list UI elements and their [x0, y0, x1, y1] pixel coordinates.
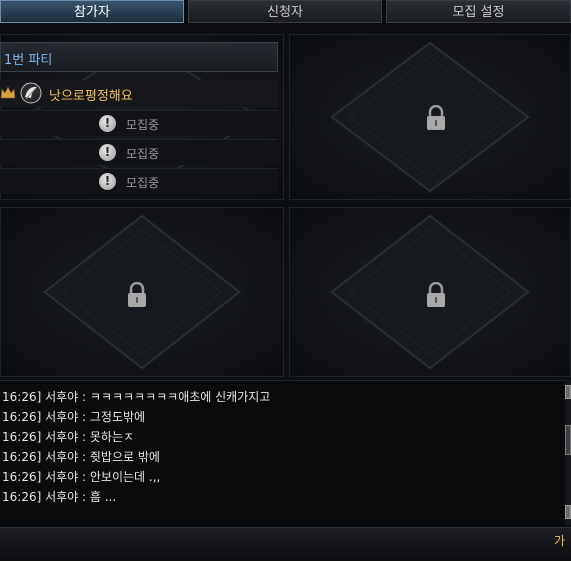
tab-participants[interactable]: 참가자: [0, 0, 184, 23]
chat-message: 16:26] 서후야 : 흠 ...: [2, 490, 117, 504]
locked-party-panel: [289, 34, 571, 200]
party-slot-recruiting[interactable]: ! 모집중: [0, 168, 278, 194]
chat-input-bar[interactable]: 가: [0, 527, 571, 561]
chat-message: 16:26] 서후야 : 그정도밖에: [2, 410, 146, 424]
party-leader-name: 낫으로평정해요: [49, 89, 133, 104]
slot-status-label: 모집중: [126, 176, 160, 190]
tab-bar: 참가자 신청자 모집 설정: [0, 0, 571, 24]
slot-status-label: 모집중: [126, 118, 160, 132]
crown-icon: [0, 86, 16, 99]
chat-log: 16:26] 서후야 : ㅋㅋㅋㅋㅋㅋㅋㅋ애초에 신캐가지고 16:26] 서후…: [0, 380, 571, 526]
lock-icon: [427, 282, 445, 307]
scroll-down-button[interactable]: [565, 505, 571, 519]
party-header: 1번 파티: [0, 42, 278, 72]
lock-icon: [427, 105, 445, 130]
tab-recruit-settings[interactable]: 모집 설정: [386, 0, 571, 23]
party-title: 1번 파티: [4, 53, 53, 68]
scroll-thumb[interactable]: [565, 425, 571, 455]
input-mode-label: 가: [553, 534, 565, 548]
tab-applicants[interactable]: 신청자: [188, 0, 382, 23]
scroll-up-button[interactable]: [565, 385, 571, 399]
exclamation-icon: !: [99, 173, 116, 190]
locked-party-panel: [0, 207, 284, 377]
chat-message: 16:26] 서후야 : 못하는ㅈ: [2, 430, 135, 444]
party-slot-recruiting[interactable]: ! 모집중: [0, 139, 278, 165]
party-leader-row[interactable]: 낫으로평정해요: [0, 80, 278, 107]
slot-status-label: 모집중: [126, 147, 160, 161]
exclamation-icon: !: [99, 115, 116, 132]
class-emblem-icon: [20, 82, 42, 104]
chat-message: 16:26] 서후야 : 안보이는데 .,,: [2, 470, 161, 484]
party-slot-recruiting[interactable]: ! 모집중: [0, 110, 278, 136]
locked-party-panel: [289, 207, 571, 377]
chat-message: 16:26] 서후야 : ㅋㅋㅋㅋㅋㅋㅋㅋ애초에 신캐가지고: [2, 390, 271, 404]
chat-message: 16:26] 서후야 : 쥣밥으로 밖에: [2, 450, 160, 464]
exclamation-icon: !: [99, 144, 116, 161]
lock-icon: [128, 282, 146, 307]
